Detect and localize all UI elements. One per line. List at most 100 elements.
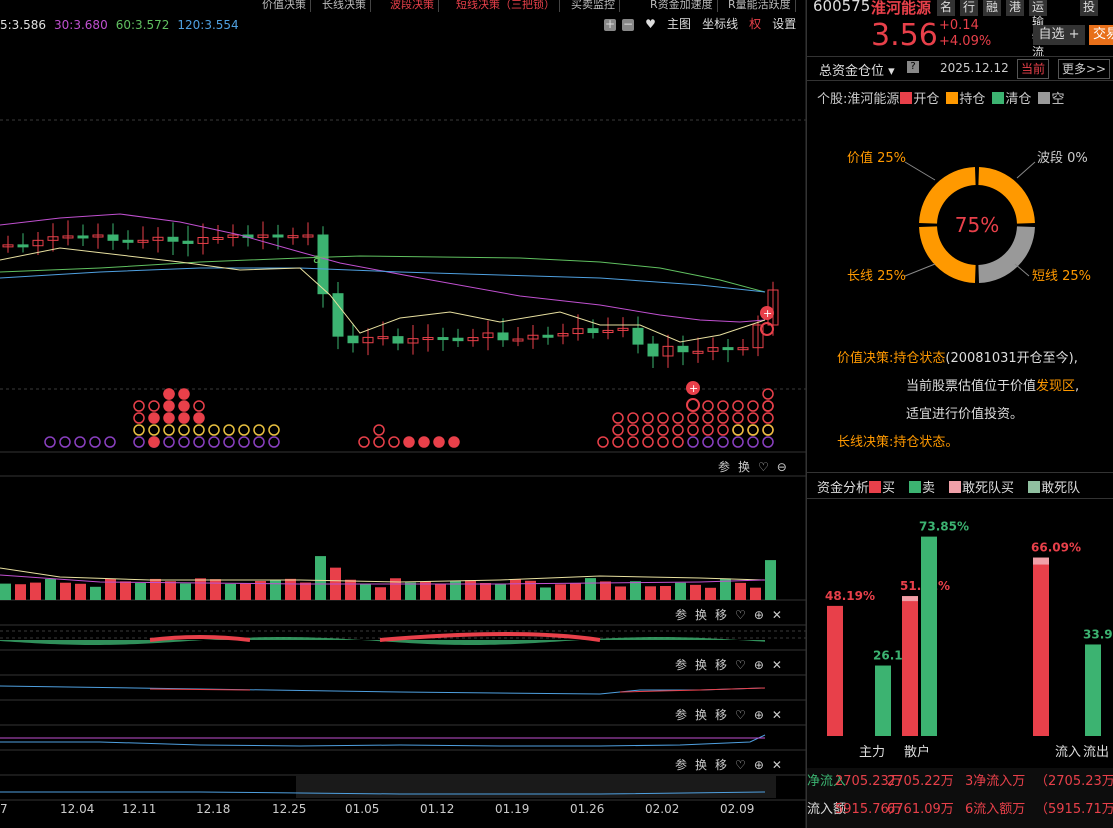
stock-code: 600575 (813, 0, 871, 15)
switch-button[interactable]: 换 (695, 658, 707, 672)
zoom-icon[interactable]: ⊕ (754, 758, 764, 772)
flow-table: 净流入 2705.23万 2705.22万 3净流入万 （2705.23万 流入… (807, 768, 1113, 828)
fund-category: 流出 (1083, 745, 1109, 760)
legend-label: 敢死队买 (962, 481, 1015, 496)
zoom-icon[interactable]: ⊖ (777, 460, 787, 474)
param-button[interactable]: 参 (675, 658, 687, 672)
fund-bar-label: 48.19% (825, 589, 875, 603)
legend-label: 敢死队 (1041, 481, 1081, 496)
value-advice: 适宜进行价值投资。 (906, 407, 1024, 422)
discovery-zone: 发现区 (1036, 379, 1076, 394)
heart-icon[interactable]: ♡ (735, 758, 746, 772)
fund-bar (875, 665, 891, 736)
x-axis-label: 02.02 (645, 802, 680, 816)
fund-title: 资金分析 (817, 481, 870, 496)
move-button[interactable]: 移 (715, 658, 727, 672)
zoom-icon[interactable]: ⊕ (754, 658, 764, 672)
legend-swatch (992, 92, 1005, 104)
stock-tag[interactable]: 名 (937, 0, 956, 16)
close-icon[interactable]: ✕ (772, 708, 782, 722)
close-icon[interactable]: ✕ (772, 658, 782, 672)
switch-button[interactable]: 换 (695, 758, 707, 772)
stock-tag[interactable]: 行 (960, 0, 979, 16)
long-decision-status: 持仓状态。 (893, 435, 959, 450)
fund-category: 散户 (904, 744, 930, 760)
legend-label: 卖 (922, 481, 936, 496)
fund-bar-label: 33.9 (1083, 627, 1113, 641)
value-decision-status: 持仓状态 (893, 351, 946, 366)
svg-text:+: + (763, 307, 772, 320)
stock-tag[interactable]: 融 (983, 0, 1002, 16)
param-button[interactable]: 参 (675, 608, 687, 622)
move-button[interactable]: 移 (715, 758, 727, 772)
sub-toolbar-3: 参换移 ♡ ⊕ ✕ (675, 654, 790, 673)
switch-button[interactable]: 换 (695, 608, 707, 622)
donut-label: 长线 25% (847, 269, 906, 284)
sub-toolbar-4: 参换移 ♡ ⊕ ✕ (675, 704, 790, 723)
close-icon[interactable]: ✕ (772, 758, 782, 772)
position-legend: 个股:淮河能源 开仓 持仓 清仓 空 (817, 88, 1070, 107)
move-button[interactable]: 移 (715, 608, 727, 622)
fund-bar-label: 66.09% (1031, 541, 1081, 555)
legend-label: 持仓 (959, 92, 986, 107)
switch-button[interactable]: 换 (738, 460, 750, 474)
x-axis-label: 12.11 (122, 802, 157, 816)
x-axis-label: 12.04 (60, 802, 95, 816)
legend-swatch (869, 481, 882, 493)
sub-toolbar-1: 参换 ♡ ⊖ (718, 456, 795, 475)
switch-button[interactable]: 换 (695, 708, 707, 722)
value-decision-label: 价值决策: (837, 351, 894, 366)
legend-swatch (946, 92, 959, 104)
stock-name: 淮河能源 (871, 0, 932, 17)
heart-icon[interactable]: ♡ (735, 608, 746, 622)
stock-price: 3.56 (871, 18, 938, 53)
x-axis-label: 01.12 (420, 802, 455, 816)
fund-category: 主力 (859, 745, 885, 760)
sub-toolbar-2: 参换移 ♡ ⊕ ✕ (675, 604, 790, 623)
long-decision-label: 长线决策: (837, 435, 894, 450)
right-panel: 600575 淮河能源 名行融港运输物流投 3.56 +0.14 +4.09% … (806, 0, 1113, 828)
current-button[interactable]: 当前 (1017, 59, 1050, 79)
position-title[interactable]: 总资金仓位 ▾ (819, 60, 895, 79)
legend-swatch (949, 481, 962, 493)
svg-text:a: a (313, 252, 321, 267)
chevron-down-icon: ▾ (888, 64, 895, 79)
x-axis-label: 12.25 (272, 802, 307, 816)
x-axis-label: 01.19 (495, 802, 530, 816)
fund-bar (1085, 644, 1101, 736)
legend-swatch (900, 92, 913, 104)
heart-icon[interactable]: ♡ (735, 708, 746, 722)
trade-button[interactable]: 交易 (1089, 25, 1113, 45)
more-button[interactable]: 更多>> (1058, 59, 1111, 79)
x-axis-label: 02.09 (720, 802, 755, 816)
param-button[interactable]: 参 (718, 460, 730, 474)
close-icon[interactable]: ✕ (772, 608, 782, 622)
stock-tag[interactable]: 投 (1080, 0, 1099, 16)
x-axis: 7 12.04 12.11 12.18 12.25 01.05 01.12 01.19 01.2… (0, 802, 806, 822)
x-axis-label: 01.05 (345, 802, 380, 816)
sub-toolbar-5: 参换移 ♡ ⊕ ✕ (675, 754, 790, 773)
zoom-icon[interactable]: ⊕ (754, 708, 764, 722)
help-icon[interactable]: ? (907, 61, 919, 73)
param-button[interactable]: 参 (675, 758, 687, 772)
svg-text:+: + (689, 382, 698, 395)
x-axis-label: 01.26 (570, 802, 605, 816)
position-donut: 75% 价值 25% 波段 0% 短线 25% 长线 25% (847, 150, 1091, 284)
add-watchlist-button[interactable]: 自选 + (1033, 25, 1085, 45)
donut-label: 价值 25% (847, 150, 906, 166)
heart-icon[interactable]: ♡ (758, 460, 769, 474)
fund-bar (902, 596, 918, 736)
heart-icon[interactable]: ♡ (735, 658, 746, 672)
fund-bar (827, 605, 843, 736)
legend-label: 清仓 (1005, 92, 1032, 107)
param-button[interactable]: 参 (675, 708, 687, 722)
legend-swatch (909, 481, 922, 493)
move-button[interactable]: 移 (715, 708, 727, 722)
stock-tag[interactable]: 港 (1006, 0, 1025, 16)
fund-bar-label: 73.85% (919, 520, 969, 534)
value-decision-since: (20081031开仓至今), (945, 351, 1078, 366)
stock-tag[interactable]: 运输物流 (1029, 0, 1048, 59)
fund-bar (921, 536, 937, 736)
legend-swatch (1028, 481, 1041, 493)
zoom-icon[interactable]: ⊕ (754, 608, 764, 622)
